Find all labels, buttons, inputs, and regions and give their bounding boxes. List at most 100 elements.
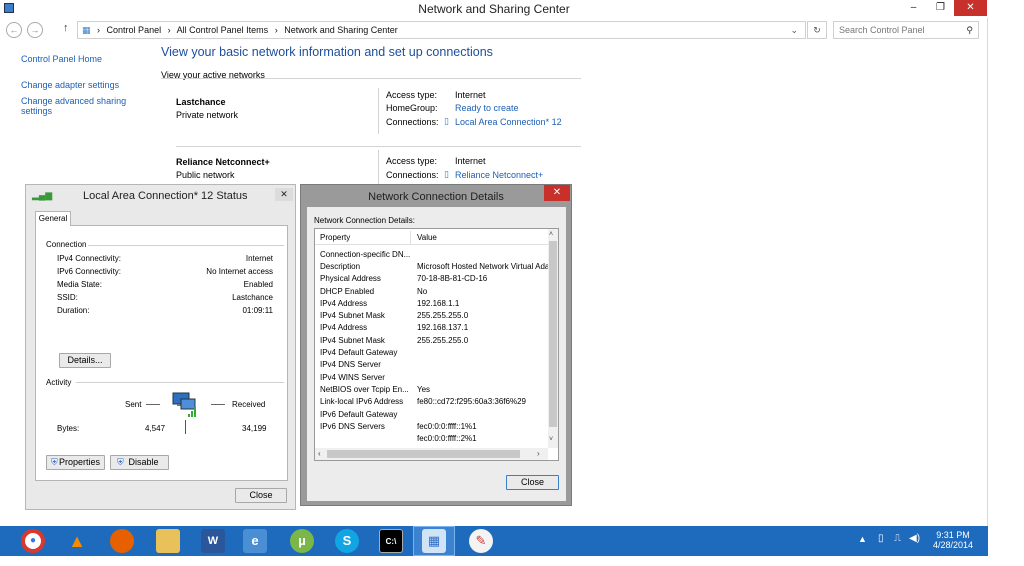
table-row[interactable]: IPv4 Subnet Mask 255.255.255.0 <box>320 309 554 321</box>
tab-general[interactable]: General <box>35 211 71 226</box>
close-button[interactable]: Close <box>235 488 287 503</box>
sidebar-item-advanced[interactable]: Change advanced sharing settings <box>21 96 131 116</box>
access-type-value: Internet <box>455 156 486 166</box>
value-cell <box>417 408 554 420</box>
scroll-thumb[interactable] <box>327 450 520 458</box>
address-bar[interactable]: ▦ › Control Panel › All Control Panel It… <box>77 21 806 39</box>
table-row[interactable]: IPv4 DNS Server <box>320 359 554 371</box>
search-placeholder: Search Control Panel <box>839 25 925 35</box>
ie-icon[interactable]: e <box>243 529 267 553</box>
chevron-up-icon[interactable]: ▲ <box>858 534 867 544</box>
ipv4-connectivity-value: Internet <box>245 254 273 263</box>
utorrent-icon[interactable]: µ <box>290 529 314 553</box>
column-header-property[interactable]: Property <box>320 233 350 242</box>
property-cell: IPv6 DNS Servers <box>320 421 385 431</box>
network-type: Public network <box>176 170 235 180</box>
firefox-icon[interactable] <box>110 529 134 553</box>
search-icon[interactable]: ⚲ <box>966 22 973 38</box>
close-button[interactable]: ✕ <box>954 0 987 16</box>
property-cell: IPv4 DNS Server <box>320 360 381 370</box>
sidebar-item-adapter[interactable]: Change adapter settings <box>21 80 151 90</box>
cmd-icon[interactable]: C:\ <box>379 529 403 553</box>
chrome-icon[interactable]: ● <box>21 529 45 553</box>
disable-button[interactable]: ⛨ Disable <box>110 455 169 470</box>
adapter-icon: ▯ <box>444 116 449 126</box>
scroll-thumb[interactable] <box>549 241 557 427</box>
connection-link[interactable]: Reliance Netconnect+ <box>455 170 543 180</box>
bytes-sent: 4,547 <box>145 424 166 433</box>
dialog-title-bar: ▂▄▆ Local Area Connection* 12 Status ✕ <box>26 185 295 207</box>
received-label: Received <box>232 400 266 409</box>
table-row[interactable]: IPv4 Address 192.168.1.1 <box>320 297 554 309</box>
volume-icon[interactable]: ◀) <box>909 533 920 544</box>
duration-value: 01:09:11 <box>242 306 273 315</box>
back-button[interactable]: ← <box>6 22 22 38</box>
media-state-label: Media State: <box>57 280 102 289</box>
table-row[interactable]: IPv6 Default Gateway <box>320 408 554 420</box>
divider <box>378 88 379 134</box>
dialog-title: Local Area Connection* 12 Status <box>83 190 248 202</box>
table-row[interactable]: IPv6 DNS Servers fec0:0:0:ffff::1%1 <box>320 420 554 432</box>
vertical-scrollbar[interactable]: ˄ ˅ <box>548 229 558 448</box>
shield-icon: ⛨ <box>51 457 58 467</box>
chevron-left-icon[interactable]: ‹ <box>318 449 321 458</box>
control-panel-icon: ▦ <box>82 25 91 35</box>
chevron-up-icon[interactable]: ˄ <box>549 231 553 238</box>
dialog-body: Network Connection Details: Property Val… <box>307 207 566 501</box>
battery-icon[interactable]: ▯ <box>878 533 884 544</box>
chevron-down-icon[interactable]: ˅ <box>549 436 553 443</box>
table-row[interactable]: NetBIOS over Tcpip En... Yes <box>320 383 554 395</box>
connection-link[interactable]: Local Area Connection* 12 <box>455 117 562 127</box>
details-button[interactable]: Details... <box>59 353 111 368</box>
minimize-button[interactable]: – <box>900 0 927 16</box>
divider <box>378 150 379 184</box>
up-button[interactable]: ↑ <box>63 22 69 34</box>
table-row[interactable]: IPv4 WINS Server <box>320 371 554 383</box>
disable-label: Disable <box>128 457 159 467</box>
table-row[interactable]: Description Microsoft Hosted Network Virt… <box>320 260 554 272</box>
table-row[interactable]: Physical Address 70-18-8B-81-CD-16 <box>320 273 554 285</box>
paint-icon[interactable]: ✎ <box>469 529 493 553</box>
homegroup-link[interactable]: Ready to create <box>455 103 519 113</box>
property-cell: IPv4 Subnet Mask <box>320 311 385 321</box>
skype-icon[interactable]: S <box>335 529 359 553</box>
property-cell: IPv4 Address <box>320 323 368 333</box>
sidebar-home[interactable]: Control Panel Home <box>21 54 151 64</box>
close-icon[interactable]: ✕ <box>544 185 570 201</box>
value-cell <box>417 359 554 371</box>
chevron-down-icon[interactable]: ⌄ <box>790 22 798 38</box>
table-row[interactable]: fec0:0:0:ffff::2%1 <box>320 432 554 444</box>
property-cell: DHCP Enabled <box>320 286 375 296</box>
vlc-icon[interactable]: ▲ <box>65 529 89 553</box>
close-button[interactable]: Close <box>506 475 559 490</box>
network-icon[interactable]: ⎍ <box>894 533 901 544</box>
breadcrumb-control-panel[interactable]: Control Panel <box>107 25 162 35</box>
divider <box>88 245 284 246</box>
control-panel-icon[interactable]: ▦ <box>422 529 446 553</box>
table-row[interactable]: Link-local IPv6 Address fe80::cd72:f295:6… <box>320 396 554 408</box>
table-row[interactable]: IPv4 Subnet Mask 255.255.255.0 <box>320 334 554 346</box>
properties-button[interactable]: ⛨ Properties <box>46 455 105 470</box>
close-icon[interactable]: ✕ <box>275 188 293 201</box>
column-header-value[interactable]: Value <box>417 233 437 242</box>
horizontal-scrollbar[interactable]: ‹ › <box>315 448 548 460</box>
clock[interactable]: 9:31 PM 4/28/2014 <box>933 530 973 550</box>
restore-button[interactable]: ❐ <box>927 0 954 16</box>
table-row[interactable]: IPv4 Default Gateway <box>320 346 554 358</box>
network-name: Reliance Netconnect+ <box>176 157 270 167</box>
table-row[interactable]: IPv4 Address 192.168.137.1 <box>320 322 554 334</box>
table-row[interactable]: Connection-specific DN... <box>320 248 554 260</box>
details-list[interactable]: Property Value Connection-specific DN...… <box>314 228 559 461</box>
word-icon[interactable]: W <box>201 529 225 553</box>
refresh-icon[interactable]: ↻ <box>807 21 827 39</box>
breadcrumb-all-items[interactable]: All Control Panel Items <box>177 25 269 35</box>
explorer-icon[interactable] <box>156 529 180 553</box>
table-row[interactable]: DHCP Enabled No <box>320 285 554 297</box>
forward-button[interactable]: → <box>27 22 43 38</box>
property-cell: IPv4 Default Gateway <box>320 348 398 358</box>
search-input[interactable]: Search Control Panel ⚲ <box>833 21 979 39</box>
ipv4-connectivity-label: IPv4 Connectivity: <box>57 254 122 263</box>
breadcrumb-network-center[interactable]: Network and Sharing Center <box>284 25 398 35</box>
sent-label: Sent <box>125 400 142 409</box>
chevron-right-icon[interactable]: › <box>537 449 540 458</box>
